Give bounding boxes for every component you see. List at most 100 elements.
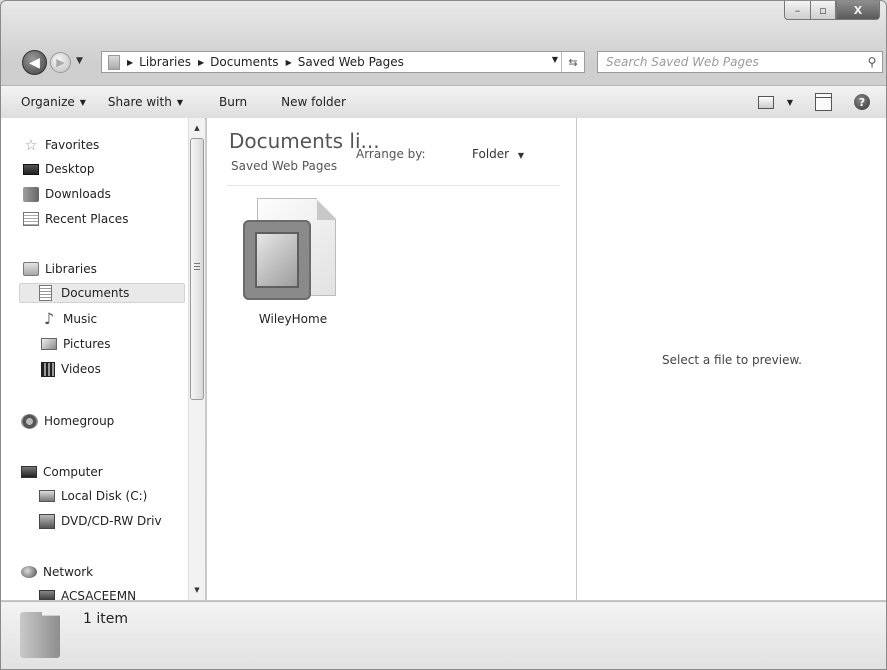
nav-homegroup[interactable]: Homegroup bbox=[21, 411, 114, 431]
refresh-icon: ⇆ bbox=[568, 55, 578, 69]
file-list-pane: Documents li... Saved Web Pages Arrange … bbox=[206, 118, 576, 600]
nav-music[interactable]: ♪ Music bbox=[41, 309, 97, 329]
search-box[interactable]: ⚲ bbox=[597, 51, 883, 73]
hard-disk-icon bbox=[39, 490, 55, 502]
nav-videos[interactable]: Videos bbox=[41, 359, 101, 379]
details-pane: 1 item bbox=[1, 601, 886, 669]
nav-local-disk[interactable]: Local Disk (C:) bbox=[39, 486, 147, 506]
minimize-button[interactable]: – bbox=[784, 1, 810, 20]
star-icon: ☆ bbox=[24, 136, 38, 154]
nav-label: Local Disk (C:) bbox=[61, 489, 148, 503]
scroll-down-arrow-icon[interactable]: ▼ bbox=[189, 582, 205, 598]
page-fold-icon bbox=[317, 198, 336, 220]
scrollbar-thumb[interactable] bbox=[190, 138, 204, 400]
toolbar-right-group: ▼ ? bbox=[757, 86, 886, 118]
close-button[interactable]: X bbox=[836, 1, 880, 20]
chevron-down-icon: ▼ bbox=[176, 97, 183, 107]
preview-pane: Select a file to preview. bbox=[576, 118, 886, 600]
videos-film-icon bbox=[41, 361, 55, 377]
burn-button[interactable]: Burn bbox=[219, 95, 247, 109]
chevron-down-icon: ▼ bbox=[79, 97, 86, 107]
address-row: ◀ ▶ ▼ ▶ Libraries ▶ Documents ▶ Saved We… bbox=[1, 45, 886, 79]
breadcrumb-documents[interactable]: Documents bbox=[210, 55, 278, 69]
nav-label: Music bbox=[63, 312, 98, 326]
file-item[interactable]: WileyHome bbox=[243, 198, 343, 333]
nav-computer[interactable]: Computer bbox=[21, 462, 103, 482]
dvd-drive-icon bbox=[39, 513, 55, 529]
nav-label: Network bbox=[43, 565, 94, 579]
nav-network-pc[interactable]: ACSACEEMN bbox=[39, 586, 136, 600]
new-folder-button[interactable]: New folder bbox=[281, 95, 346, 109]
explorer-window: – ▫ X ◀ ▶ ▼ ▶ Libraries ▶ Documents ▶ Sa… bbox=[0, 0, 887, 670]
view-options-chevron-icon[interactable]: ▼ bbox=[787, 98, 793, 107]
back-button[interactable]: ◀ bbox=[22, 50, 47, 75]
pictures-icon bbox=[41, 338, 57, 350]
nav-pictures[interactable]: Pictures bbox=[41, 334, 111, 354]
maximize-button[interactable]: ▫ bbox=[810, 1, 836, 20]
preview-pane-icon[interactable] bbox=[815, 93, 832, 111]
nav-label: Recent Places bbox=[45, 212, 129, 226]
library-subtitle: Saved Web Pages bbox=[231, 159, 338, 173]
caption-buttons: – ▫ X bbox=[784, 1, 880, 21]
libraries-icon bbox=[23, 262, 39, 276]
breadcrumb-separator-icon[interactable]: ▶ bbox=[198, 58, 204, 67]
documents-icon bbox=[39, 285, 52, 301]
nav-downloads[interactable]: Downloads bbox=[23, 184, 111, 204]
back-arrow-icon: ◀ bbox=[29, 54, 40, 71]
search-input[interactable] bbox=[598, 54, 862, 70]
nav-label: Homegroup bbox=[44, 414, 115, 428]
command-bar: Organize ▼ Share with ▼ Burn New folder … bbox=[1, 85, 886, 119]
address-dropdown-icon[interactable]: ▼ bbox=[552, 55, 558, 64]
nav-label: Videos bbox=[61, 362, 101, 376]
share-with-label: Share with bbox=[107, 95, 172, 109]
arrange-by-dropdown[interactable]: Folder ▼ bbox=[472, 147, 524, 161]
breadcrumb-separator-icon[interactable]: ▶ bbox=[127, 58, 133, 67]
nav-label: Computer bbox=[43, 465, 103, 479]
scrollbar-grip-icon bbox=[194, 263, 200, 272]
organize-button[interactable]: Organize ▼ bbox=[21, 95, 86, 109]
address-bar[interactable]: ▶ Libraries ▶ Documents ▶ Saved Web Page… bbox=[101, 51, 585, 73]
folder-icon bbox=[20, 612, 60, 658]
music-note-icon: ♪ bbox=[43, 309, 55, 328]
nav-label: Favorites bbox=[45, 138, 100, 152]
forward-arrow-icon: ▶ bbox=[56, 56, 65, 69]
arrange-by-label: Arrange by: bbox=[356, 147, 426, 161]
library-folder-icon bbox=[108, 54, 120, 70]
network-computer-icon bbox=[39, 590, 55, 600]
nav-documents[interactable]: Documents bbox=[19, 283, 185, 303]
share-with-button[interactable]: Share with ▼ bbox=[108, 95, 183, 109]
forward-button[interactable]: ▶ bbox=[50, 52, 71, 73]
breadcrumb-separator-icon[interactable]: ▶ bbox=[286, 58, 292, 67]
nav-label: Documents bbox=[61, 286, 130, 300]
organize-label: Organize bbox=[21, 95, 75, 109]
nav-label: Libraries bbox=[45, 262, 97, 276]
nav-favorites[interactable]: ☆ Favorites bbox=[23, 135, 99, 155]
scroll-up-arrow-icon[interactable]: ▲ bbox=[189, 120, 205, 136]
web-page-thumbnail-icon bbox=[243, 220, 311, 300]
nav-dvd-drive[interactable]: DVD/CD-RW Driv bbox=[39, 511, 162, 531]
nav-label: Pictures bbox=[63, 337, 111, 351]
arrange-by-value: Folder bbox=[472, 147, 510, 161]
breadcrumb-saved-web-pages[interactable]: Saved Web Pages bbox=[298, 55, 404, 69]
recent-places-icon bbox=[23, 212, 39, 226]
nav-label: Downloads bbox=[45, 187, 111, 201]
thumbnail-frame bbox=[255, 232, 299, 288]
nav-libraries[interactable]: Libraries bbox=[23, 259, 97, 279]
help-icon[interactable]: ? bbox=[854, 94, 870, 110]
nav-desktop[interactable]: Desktop bbox=[23, 159, 95, 179]
nav-label: Desktop bbox=[45, 162, 95, 176]
item-count: 1 item bbox=[83, 611, 128, 627]
homegroup-icon bbox=[21, 413, 38, 429]
nav-scrollbar[interactable]: ▲ ▼ bbox=[188, 118, 205, 600]
preview-message: Select a file to preview. bbox=[662, 353, 802, 367]
nav-network[interactable]: Network bbox=[21, 562, 93, 582]
navigation-pane: ☆ Favorites Desktop Downloads Recent Pla… bbox=[1, 118, 205, 600]
breadcrumb-libraries[interactable]: Libraries bbox=[139, 55, 191, 69]
downloads-folder-icon bbox=[23, 186, 39, 202]
chevron-down-icon: ▼ bbox=[517, 151, 525, 160]
nav-recent-places[interactable]: Recent Places bbox=[23, 209, 128, 229]
recent-pages-dropdown[interactable]: ▼ bbox=[76, 56, 83, 66]
change-view-icon[interactable] bbox=[757, 95, 774, 109]
refresh-button[interactable]: ⇆ bbox=[561, 52, 584, 72]
search-icon[interactable]: ⚲ bbox=[862, 55, 882, 69]
